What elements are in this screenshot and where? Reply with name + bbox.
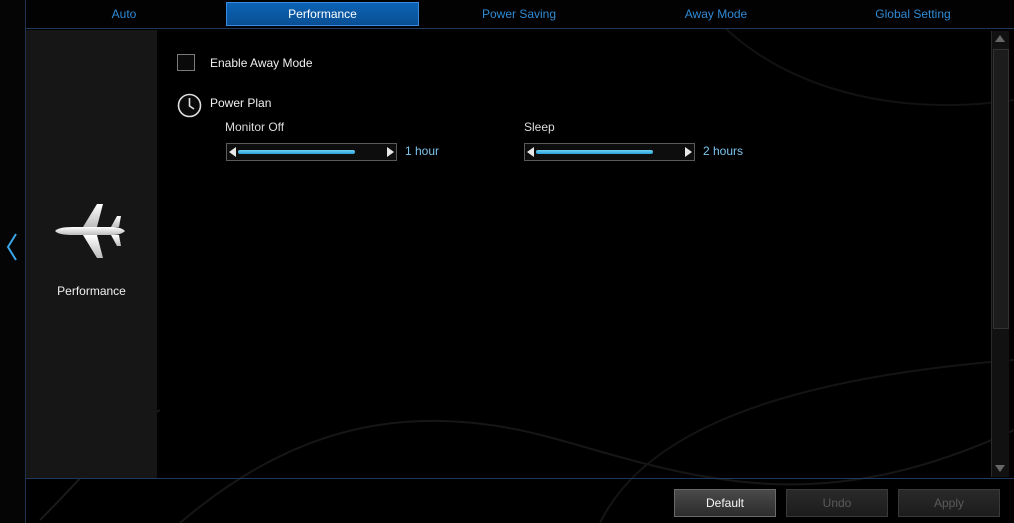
slider-fill xyxy=(238,150,355,154)
clock-icon xyxy=(177,93,202,118)
slider-increase-icon[interactable] xyxy=(685,147,692,157)
tab-away-mode[interactable]: Away Mode xyxy=(618,2,814,26)
footer-divider xyxy=(26,478,1014,479)
sleep-label: Sleep xyxy=(524,120,555,134)
undo-button[interactable]: Undo xyxy=(786,489,888,517)
mode-label: Performance xyxy=(57,284,126,298)
tab-global-setting[interactable]: Global Setting xyxy=(815,2,1011,26)
slider-decrease-icon[interactable] xyxy=(527,147,534,157)
enable-away-mode-label: Enable Away Mode xyxy=(210,56,313,70)
vertical-scrollbar[interactable] xyxy=(991,31,1009,477)
mode-side-panel: Performance xyxy=(26,30,157,478)
slider-fill xyxy=(536,150,653,154)
tab-performance[interactable]: Performance xyxy=(226,2,419,26)
power-plan-title: Power Plan xyxy=(210,96,272,110)
scroll-thumb[interactable] xyxy=(993,49,1009,329)
slider-track xyxy=(238,150,384,154)
scroll-down-icon[interactable] xyxy=(995,465,1005,472)
scroll-up-icon[interactable] xyxy=(995,35,1005,42)
left-edge-strip xyxy=(0,0,26,523)
chevron-left-icon[interactable] xyxy=(4,232,20,262)
enable-away-mode-checkbox[interactable] xyxy=(177,54,195,71)
slider-decrease-icon[interactable] xyxy=(229,147,236,157)
tab-bar: Auto Performance Power Saving Away Mode … xyxy=(26,0,1014,29)
monitor-off-value: 1 hour xyxy=(405,144,440,158)
sleep-value: 2 hours xyxy=(703,144,744,158)
apply-button[interactable]: Apply xyxy=(898,489,1000,517)
tab-power-saving[interactable]: Power Saving xyxy=(421,2,617,26)
sleep-slider[interactable] xyxy=(524,143,695,161)
tab-auto[interactable]: Auto xyxy=(26,2,222,26)
default-button[interactable]: Default xyxy=(674,489,776,517)
airplane-icon xyxy=(55,204,125,258)
monitor-off-label: Monitor Off xyxy=(225,120,285,134)
slider-increase-icon[interactable] xyxy=(387,147,394,157)
slider-track xyxy=(536,150,682,154)
monitor-off-slider[interactable] xyxy=(226,143,397,161)
